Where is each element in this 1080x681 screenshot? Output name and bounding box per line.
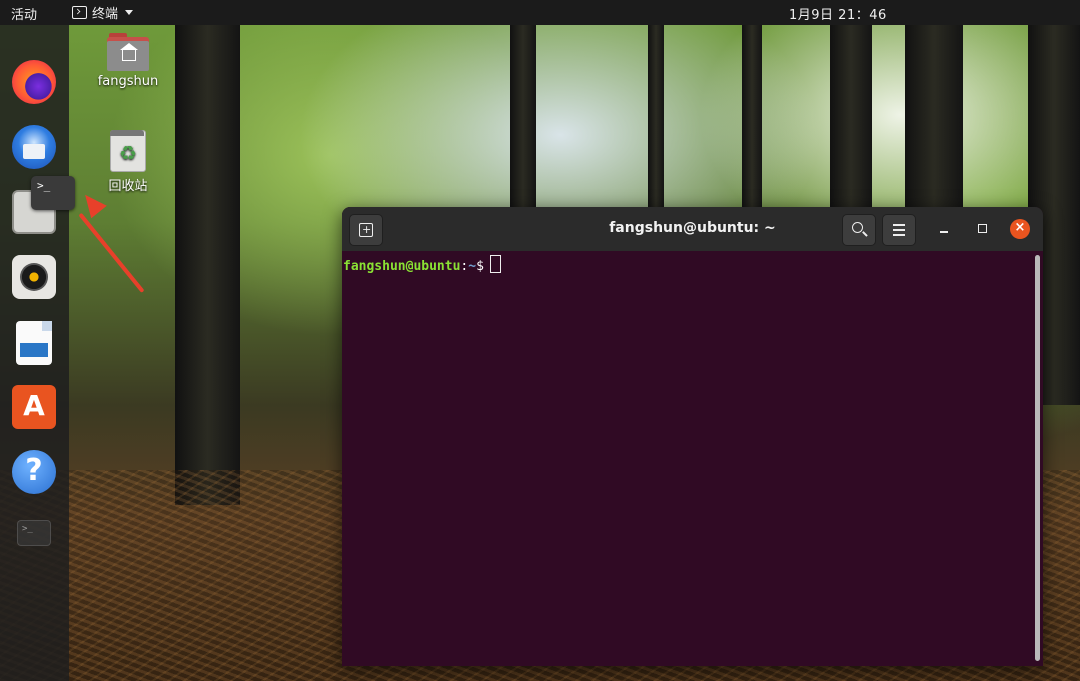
clock[interactable]: 1月9日 21：46	[789, 4, 887, 23]
terminal-scrollbar[interactable]	[1035, 255, 1040, 661]
speaker-icon	[20, 263, 48, 291]
terminal-titlebar[interactable]: + fangshun@ubuntu: ~ ×	[342, 207, 1043, 251]
hamburger-menu-button[interactable]	[882, 214, 916, 246]
hamburger-icon-bar	[893, 229, 905, 231]
wallpaper-tree	[175, 25, 240, 505]
help-glyph: ?	[25, 453, 43, 488]
activities-button[interactable]: 活动	[11, 4, 37, 23]
terminal-small-glyph: >_	[22, 524, 33, 534]
libreoffice-writer-icon[interactable]	[16, 321, 52, 365]
text-cursor	[489, 255, 501, 273]
house-icon	[122, 49, 136, 61]
top-bar: 活动 终端 1月9日 21：46	[0, 0, 1080, 25]
envelope-icon	[23, 144, 45, 159]
wallpaper-tree	[830, 25, 872, 215]
terminal-prompt-glyph: >_	[37, 179, 51, 192]
caret-down-icon	[125, 10, 134, 15]
home-folder-label: fangshun	[97, 74, 159, 89]
wallpaper-tree	[510, 25, 536, 235]
minimize-button[interactable]	[937, 221, 953, 237]
software-icon[interactable]: A	[12, 385, 56, 429]
thunderbird-icon[interactable]	[12, 125, 56, 169]
rhythmbox-icon[interactable]	[12, 255, 56, 299]
firefox-icon[interactable]	[12, 60, 56, 104]
trash-desktop-icon[interactable]: ♻ 回收站	[100, 130, 156, 194]
software-letter: A	[23, 389, 45, 422]
prompt-user-host: fangshun@ubuntu	[343, 259, 461, 274]
trash-icon: ♻	[110, 130, 146, 172]
wallpaper-tree	[648, 25, 664, 210]
maximize-button[interactable]	[975, 221, 991, 237]
close-icon: ×	[1014, 220, 1026, 235]
recycle-icon: ♻	[119, 141, 137, 165]
app-menu[interactable]: 终端	[72, 3, 134, 22]
help-icon[interactable]: ?	[12, 450, 56, 494]
terminal-icon	[72, 6, 87, 19]
wallpaper-tree	[742, 25, 762, 210]
terminal-drag-icon[interactable]: >_	[31, 176, 75, 210]
hamburger-icon-bar	[893, 234, 905, 236]
search-button[interactable]	[842, 214, 876, 246]
prompt-dollar: $	[476, 259, 484, 274]
trash-lid	[110, 130, 144, 136]
page-corner	[42, 321, 52, 331]
terminal-window[interactable]: + fangshun@ubuntu: ~ × fangshun@ubuntu:~…	[342, 207, 1043, 666]
home-folder-icon	[107, 33, 149, 71]
hamburger-icon	[893, 224, 905, 226]
terminal-output[interactable]: fangshun@ubuntu:~$	[342, 251, 1043, 666]
terminal-icon[interactable]: >_	[17, 520, 51, 546]
app-menu-label: 终端	[92, 7, 119, 22]
dock: A ? >_	[0, 25, 69, 681]
search-icon-handle	[862, 231, 868, 237]
prompt-path: ~	[468, 259, 477, 274]
close-button[interactable]: ×	[1010, 219, 1030, 239]
shell-prompt: fangshun@ubuntu:~$	[343, 255, 501, 274]
home-folder-desktop-icon[interactable]: fangshun	[95, 33, 161, 89]
trash-label: 回收站	[108, 179, 148, 194]
writer-band	[20, 343, 48, 357]
wallpaper-tree	[905, 25, 963, 215]
